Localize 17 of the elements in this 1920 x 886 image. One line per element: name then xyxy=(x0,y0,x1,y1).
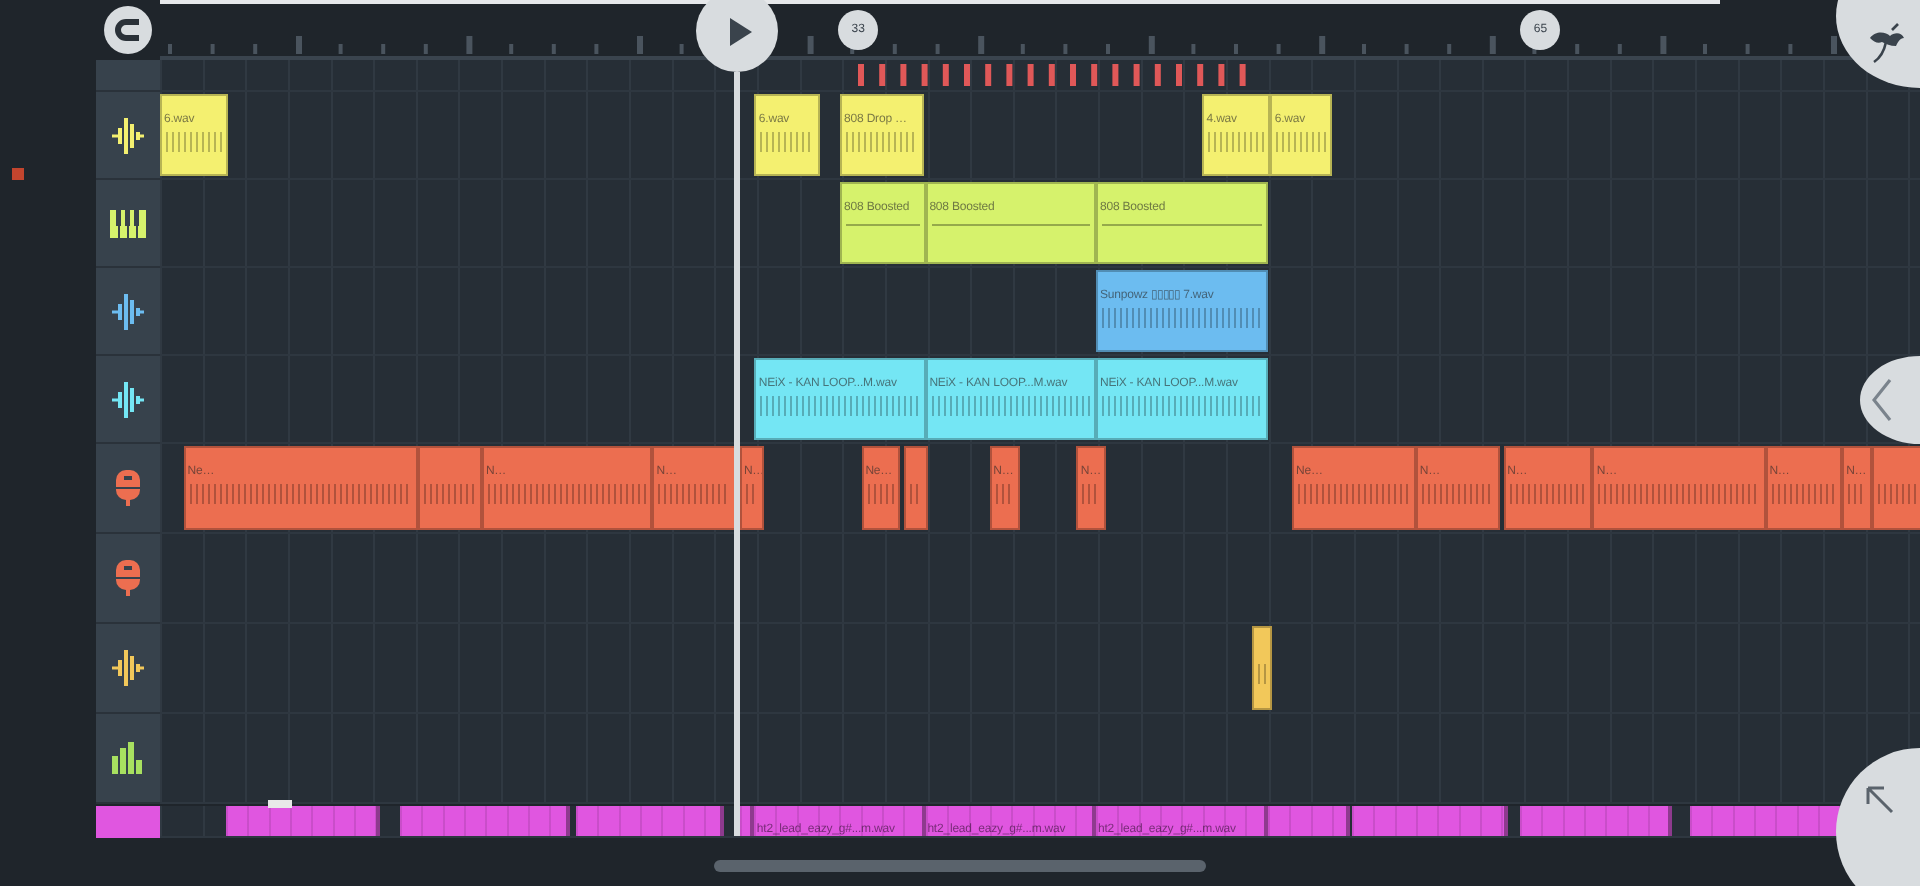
audio-clip[interactable] xyxy=(1351,806,1508,836)
magnet-icon xyxy=(114,16,142,44)
playhead-line[interactable] xyxy=(733,72,740,836)
audio-clip[interactable] xyxy=(226,806,380,836)
snap-button[interactable] xyxy=(104,6,152,54)
chevron-left-icon xyxy=(1872,378,1892,422)
audio-clip[interactable] xyxy=(1520,806,1672,836)
audio-clip[interactable] xyxy=(575,806,725,836)
loop-handle[interactable] xyxy=(268,800,293,808)
audio-clip[interactable] xyxy=(1268,806,1350,836)
fruit-logo-icon xyxy=(1864,22,1908,66)
audio-clip[interactable] xyxy=(400,806,570,836)
scroll-handle[interactable] xyxy=(714,860,1206,872)
arrow-up-left-icon xyxy=(1864,784,1896,816)
play-icon xyxy=(728,17,753,45)
loop-strip[interactable] xyxy=(160,60,1920,92)
record-indicator xyxy=(12,168,24,180)
